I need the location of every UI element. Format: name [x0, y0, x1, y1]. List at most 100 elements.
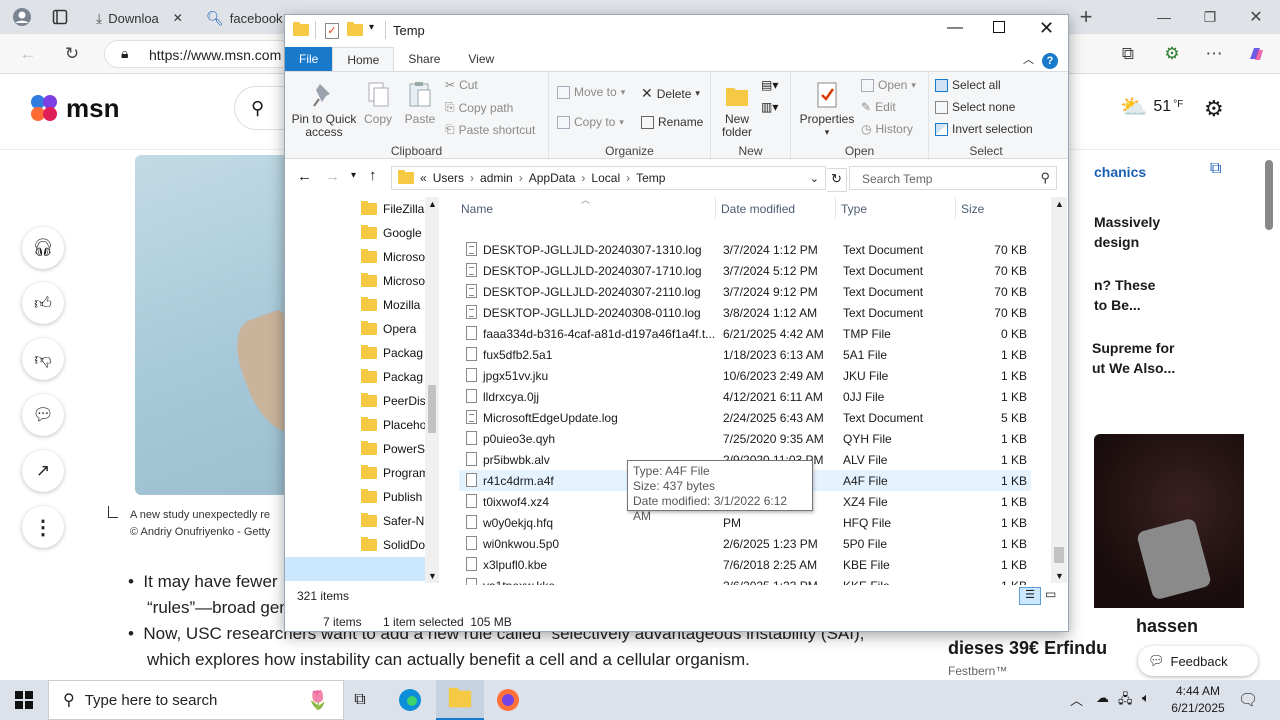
breadcrumb-users[interactable]: Users: [433, 171, 464, 185]
thumbs-up-icon[interactable]: 👍︎: [22, 282, 64, 324]
select-all-button[interactable]: Select all: [935, 78, 1001, 92]
address-bar[interactable]: 🔒︎ https://www.msn.com: [104, 40, 294, 68]
paste-button[interactable]: Paste: [401, 80, 439, 126]
show-hidden-icons-icon[interactable]: ︿: [1070, 690, 1083, 709]
new-item-icon[interactable]: ▤▾: [761, 78, 778, 92]
file-row[interactable]: DESKTOP-JGLLJLD-20240307-2110.log 3/7/202…: [459, 281, 1031, 302]
file-explorer-taskbar-icon[interactable]: [436, 680, 484, 720]
address-dropdown-icon[interactable]: ⌄: [810, 172, 819, 185]
copy-path-button[interactable]: ⎘ Copy path: [445, 100, 513, 115]
msn-logo[interactable]: msn: [28, 92, 119, 124]
new-tab-icon[interactable]: +: [1072, 3, 1100, 31]
file-row[interactable]: lldrxcya.0jj 4/12/2021 6:11 AM 0JJ File 1 K…: [459, 386, 1031, 407]
edit-button[interactable]: ✎ Edit: [861, 100, 896, 114]
nav-folder-item[interactable]: Microso: [361, 245, 425, 269]
refresh-icon[interactable]: ↻: [827, 168, 847, 192]
clock[interactable]: 4:44 AM 6/21/2025: [1168, 683, 1228, 717]
nav-folder-item[interactable]: Publish: [361, 485, 425, 509]
scroll-up-icon[interactable]: ▲: [1055, 199, 1064, 209]
tab-actions-icon[interactable]: [46, 3, 74, 31]
history-button[interactable]: ◷ History: [861, 122, 913, 136]
nav-folder-item[interactable]: Packag: [361, 341, 425, 365]
back-icon[interactable]: ←: [14, 40, 42, 68]
tab-facebook[interactable]: 🔍︎ facebook: [198, 4, 286, 32]
nav-folder-item[interactable]: Program: [361, 461, 425, 485]
copilot-icon[interactable]: [1242, 40, 1270, 68]
firefox-icon[interactable]: [484, 680, 532, 720]
weather-widget[interactable]: ⛅ 51 °F: [1120, 94, 1183, 120]
headphones-icon[interactable]: 🎧︎: [22, 227, 64, 269]
easy-access-icon[interactable]: ▥▾: [761, 100, 778, 114]
new-folder-button[interactable]: New folder: [715, 80, 759, 139]
file-row[interactable]: DESKTOP-JGLLJLD-20240307-1310.log 3/7/202…: [459, 239, 1031, 260]
search-icon[interactable]: ⚲: [234, 86, 286, 130]
paste-shortcut-button[interactable]: ⎗ Paste shortcut: [445, 122, 535, 137]
copy-button[interactable]: Copy: [359, 80, 397, 126]
more-options-icon[interactable]: ⋮: [22, 506, 64, 548]
thumbs-down-icon[interactable]: 👎︎: [22, 338, 64, 380]
minimize-icon[interactable]: —: [947, 19, 963, 37]
large-icons-view-icon[interactable]: ▭: [1045, 587, 1056, 601]
close-icon[interactable]: ✕: [1242, 3, 1270, 31]
file-row[interactable]: p0uieo3e.qyh 7/25/2020 9:35 AM QYH File 1 K…: [459, 428, 1031, 449]
maximize-icon[interactable]: [993, 21, 1005, 33]
breadcrumb-overflow[interactable]: «: [420, 171, 427, 185]
new-folder-quick-icon[interactable]: [347, 22, 363, 36]
column-type[interactable]: Type: [841, 202, 867, 216]
tab-downloads[interactable]: ⤓ Downloa ✕: [88, 4, 196, 32]
close-icon[interactable]: ✕: [1039, 18, 1054, 39]
delete-button[interactable]: ✕ Delete ▾: [641, 85, 700, 102]
scroll-down-icon[interactable]: ▼: [1055, 571, 1064, 581]
news-item-3[interactable]: Supreme for ut We Also...: [1092, 338, 1175, 378]
collapse-ribbon-icon[interactable]: ︿: [1023, 51, 1034, 67]
scroll-down-icon[interactable]: ▼: [428, 571, 437, 581]
quick-access-dropdown-icon[interactable]: ▾: [369, 22, 374, 33]
network-icon[interactable]: 🖧: [1118, 690, 1133, 712]
properties-button[interactable]: Properties ▾: [797, 80, 857, 139]
select-none-button[interactable]: Select none: [935, 100, 1015, 114]
nav-folder-item[interactable]: Google: [361, 221, 425, 245]
column-date-modified[interactable]: Date modified: [721, 202, 795, 216]
page-scrollbar-thumb[interactable]: [1265, 160, 1273, 230]
nav-folder-item[interactable]: Mozilla: [361, 293, 425, 317]
ad-image[interactable]: [1094, 434, 1244, 608]
file-row[interactable]: DESKTOP-JGLLJLD-20240307-1710.log 3/7/202…: [459, 260, 1031, 281]
breadcrumb-temp[interactable]: Temp: [636, 171, 665, 185]
copy-to-button[interactable]: Copy to ▾: [557, 115, 624, 129]
column-name[interactable]: Name: [461, 202, 493, 216]
file-row[interactable]: faaa334d-b316-4caf-a81d-d197a46f1a4f.t..…: [459, 323, 1031, 344]
nav-scroll-thumb[interactable]: [428, 385, 436, 433]
feedback-button[interactable]: 💬︎ Feedback: [1138, 646, 1258, 676]
file-scroll-thumb[interactable]: [1054, 547, 1064, 563]
invert-selection-button[interactable]: Invert selection: [935, 122, 1033, 136]
file-row[interactable]: jpgx51vv.jku 10/6/2023 2:49 AM JKU File 1 K…: [459, 365, 1031, 386]
nav-folder-item[interactable]: PowerS: [361, 437, 425, 461]
close-tab-icon[interactable]: ✕: [173, 11, 183, 25]
back-icon[interactable]: ←: [297, 168, 312, 185]
task-view-icon[interactable]: ⧉: [336, 680, 384, 720]
nav-folder-item[interactable]: Opera: [361, 317, 425, 341]
file-row[interactable]: fux5dfb2.5a1 1/18/2023 6:13 AM 5A1 File 1 K…: [459, 344, 1031, 365]
profile-icon[interactable]: [8, 3, 36, 31]
details-view-icon[interactable]: ☰: [1019, 587, 1041, 605]
ad-title-line-1[interactable]: hassen: [1136, 616, 1198, 637]
card-header[interactable]: chanics: [1094, 164, 1146, 180]
nav-folder-item[interactable]: PeerDis: [361, 389, 425, 413]
rename-button[interactable]: Rename: [641, 115, 703, 129]
properties-quick-icon[interactable]: ✓: [325, 23, 339, 39]
file-list-scrollbar[interactable]: ▲ ▼: [1051, 197, 1067, 583]
address-breadcrumb[interactable]: « Users › admin › AppData › Local › Temp ⌄: [391, 166, 826, 190]
recent-locations-icon[interactable]: ▾: [351, 170, 356, 181]
extensions-icon[interactable]: ⚙: [1158, 40, 1186, 68]
move-to-button[interactable]: Move to ▾: [557, 85, 625, 99]
tab-share[interactable]: Share: [394, 47, 454, 71]
news-item-1[interactable]: Massively design: [1094, 212, 1160, 252]
nav-folder-item[interactable]: Microso: [361, 269, 425, 293]
breadcrumb-local[interactable]: Local: [591, 171, 620, 185]
news-item-2[interactable]: n? These to Be...: [1094, 275, 1155, 315]
external-link-icon[interactable]: ⧉: [1210, 160, 1221, 178]
onedrive-icon[interactable]: ☁: [1096, 690, 1109, 706]
taskbar-search[interactable]: ⚲ Type here to search 🌷: [48, 680, 344, 720]
file-row[interactable]: x3lpufl0.kbe 7/6/2018 2:25 AM KBE File 1 KB: [459, 554, 1031, 575]
file-row[interactable]: DESKTOP-JGLLJLD-20240308-0110.log 3/8/202…: [459, 302, 1031, 323]
